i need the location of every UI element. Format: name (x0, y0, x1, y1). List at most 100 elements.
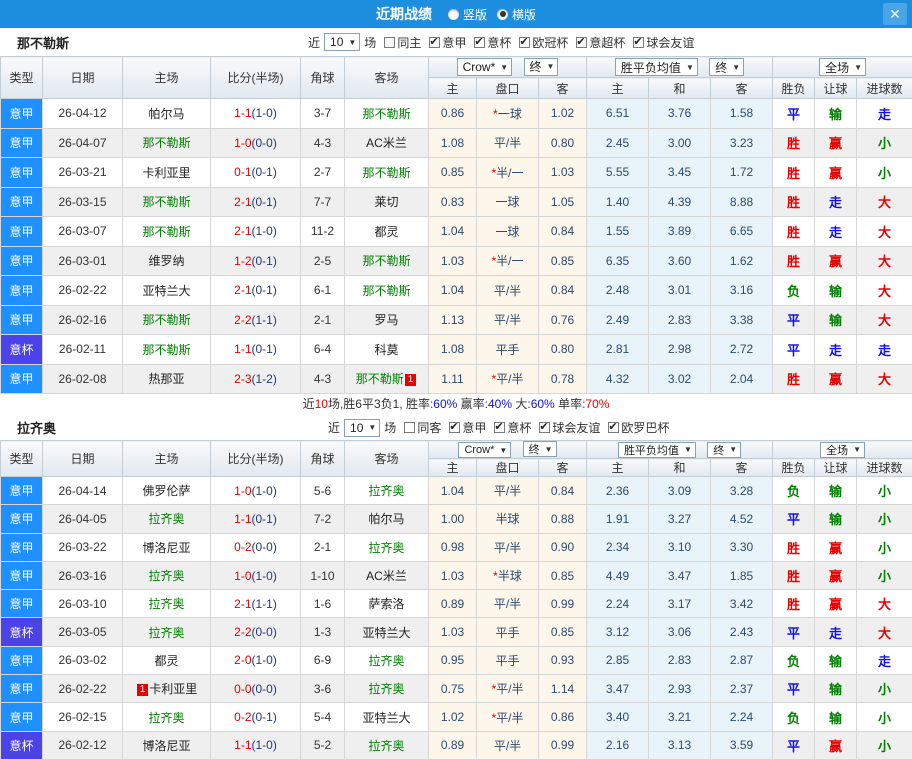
avg-draw-odds: 3.06 (649, 618, 711, 646)
result-handicap: 输 (815, 305, 857, 335)
away-odds: 0.78 (539, 364, 587, 394)
filter-checkbox[interactable] (576, 37, 587, 48)
avg-draw-odds: 2.98 (649, 335, 711, 365)
avg-final-select[interactable]: 终▼ (707, 442, 741, 458)
avg-home-odds: 4.32 (587, 364, 649, 394)
corner-count: 5-6 (301, 477, 345, 505)
filter-checkbox[interactable] (474, 37, 485, 48)
home-odds: 0.98 (429, 533, 477, 561)
odds-final-select[interactable]: 终▼ (523, 441, 557, 457)
match-type-badge: 意甲 (1, 646, 43, 674)
avg-type-select[interactable]: 胜平负均值▼ (618, 442, 696, 458)
avg-away-odds: 2.37 (711, 675, 773, 703)
match-row: 意甲 26-03-21 卡利亚里 0-1(0-1) 2-7 那不勒斯 0.85 … (1, 158, 912, 188)
odds-company-select[interactable]: Crow*▼ (457, 58, 513, 76)
filter-checkbox[interactable] (404, 422, 415, 433)
radio-vertical-label[interactable]: 竖版 (463, 6, 487, 23)
odds-final-select[interactable]: 终▼ (524, 58, 559, 76)
home-odds: 0.89 (429, 731, 477, 759)
away-odds: 0.80 (539, 335, 587, 365)
radio-horizontal-label[interactable]: 横版 (512, 6, 536, 23)
filter-checkbox[interactable] (449, 422, 460, 433)
filter-controls: 近 10▼ 场 同客意甲意杯球会友谊欧罗巴杯 (328, 419, 669, 437)
home-team: 拉齐奥 (123, 505, 211, 533)
odds-company-select[interactable]: Crow*▼ (458, 442, 511, 458)
recent-matches-table: 类型 日期 主场 比分(半场) 角球 客场 Crow*▼ 终▼ 胜平负均值▼ 终… (0, 440, 912, 760)
filter-label[interactable]: 欧罗巴杯 (621, 421, 669, 435)
filter-checkbox[interactable] (494, 422, 505, 433)
radio-horizontal-layout[interactable] (497, 9, 508, 20)
corner-count: 6-4 (301, 335, 345, 365)
result-handicap: 输 (815, 99, 857, 129)
filter-label[interactable]: 欧冠杯 (532, 36, 568, 50)
match-type-badge: 意甲 (1, 305, 43, 335)
layout-radio-group: 竖版 横版 (438, 6, 536, 23)
match-type-badge: 意杯 (1, 731, 43, 759)
corner-count: 5-4 (301, 703, 345, 731)
filter-label[interactable]: 意甲 (442, 36, 466, 50)
home-odds: 1.03 (429, 618, 477, 646)
match-count-select[interactable]: 10▼ (344, 419, 380, 437)
filter-label[interactable]: 意甲 (462, 421, 486, 435)
match-type-badge: 意甲 (1, 246, 43, 276)
avg-final-select[interactable]: 终▼ (709, 58, 744, 76)
handicap-line: *平/半 (477, 675, 539, 703)
col-result: 胜负 (773, 78, 815, 99)
col-corner: 角球 (301, 57, 345, 99)
match-date: 26-03-05 (43, 618, 123, 646)
corner-count: 6-9 (301, 646, 345, 674)
scope-select[interactable]: 全场▼ (820, 442, 865, 458)
away-team: 拉齐奥 (345, 646, 429, 674)
result-goals: 小 (857, 731, 912, 759)
filter-label[interactable]: 意超杯 (589, 36, 625, 50)
match-score: 1-2(0-1) (211, 246, 301, 276)
avg-home-odds: 2.48 (587, 276, 649, 306)
close-icon[interactable]: ✕ (883, 3, 907, 25)
filter-label[interactable]: 球会友谊 (552, 421, 600, 435)
away-odds: 0.88 (539, 505, 587, 533)
match-type-badge: 意甲 (1, 477, 43, 505)
match-date: 26-02-22 (43, 276, 123, 306)
filter-checkbox[interactable] (608, 422, 619, 433)
away-team: 那不勒斯 (345, 276, 429, 306)
result-handicap: 赢 (815, 731, 857, 759)
match-row: 意甲 26-03-10 拉齐奥 2-1(1-1) 1-6 萨索洛 0.89 平/… (1, 590, 912, 618)
scope-select[interactable]: 全场▼ (819, 58, 866, 76)
filter-label[interactable]: 意杯 (507, 421, 531, 435)
result-goals: 大 (857, 187, 912, 217)
avg-home-odds: 6.35 (587, 246, 649, 276)
result-wdl: 胜 (773, 590, 815, 618)
filter-checkbox[interactable] (384, 37, 395, 48)
home-team: 那不勒斯 (123, 128, 211, 158)
away-odds: 0.93 (539, 646, 587, 674)
filter-label[interactable]: 意杯 (487, 36, 511, 50)
filter-checkbox[interactable] (429, 37, 440, 48)
match-type-badge: 意甲 (1, 364, 43, 394)
radio-vertical-layout[interactable] (448, 9, 459, 20)
match-count-select[interactable]: 10▼ (324, 33, 360, 51)
col-avg-home: 主 (587, 459, 649, 477)
filter-checkbox[interactable] (633, 37, 644, 48)
home-odds: 1.03 (429, 561, 477, 589)
avg-home-odds: 2.16 (587, 731, 649, 759)
match-score: 2-1(1-1) (211, 590, 301, 618)
home-odds: 0.95 (429, 646, 477, 674)
match-type-badge: 意甲 (1, 158, 43, 188)
avg-home-odds: 1.91 (587, 505, 649, 533)
away-odds: 0.85 (539, 618, 587, 646)
filter-checkbox[interactable] (539, 422, 550, 433)
home-team: 帕尔马 (123, 99, 211, 129)
section-lazio: 拉齐奥 近 10▼ 场 同客意甲意杯球会友谊欧罗巴杯 类型 日期 主场 比分(半… (0, 415, 912, 760)
odds-group: Crow*▼ 终▼ (429, 441, 587, 459)
corner-count: 1-10 (301, 561, 345, 589)
filter-label[interactable]: 球会友谊 (646, 36, 694, 50)
match-date: 26-03-15 (43, 187, 123, 217)
filter-label[interactable]: 同客 (417, 421, 441, 435)
filter-checkbox[interactable] (519, 37, 530, 48)
filter-label[interactable]: 同主 (397, 36, 421, 50)
match-date: 26-03-22 (43, 533, 123, 561)
match-date: 26-03-02 (43, 646, 123, 674)
avg-type-select[interactable]: 胜平负均值▼ (615, 58, 698, 76)
col-type: 类型 (1, 57, 43, 99)
away-odds: 0.85 (539, 246, 587, 276)
